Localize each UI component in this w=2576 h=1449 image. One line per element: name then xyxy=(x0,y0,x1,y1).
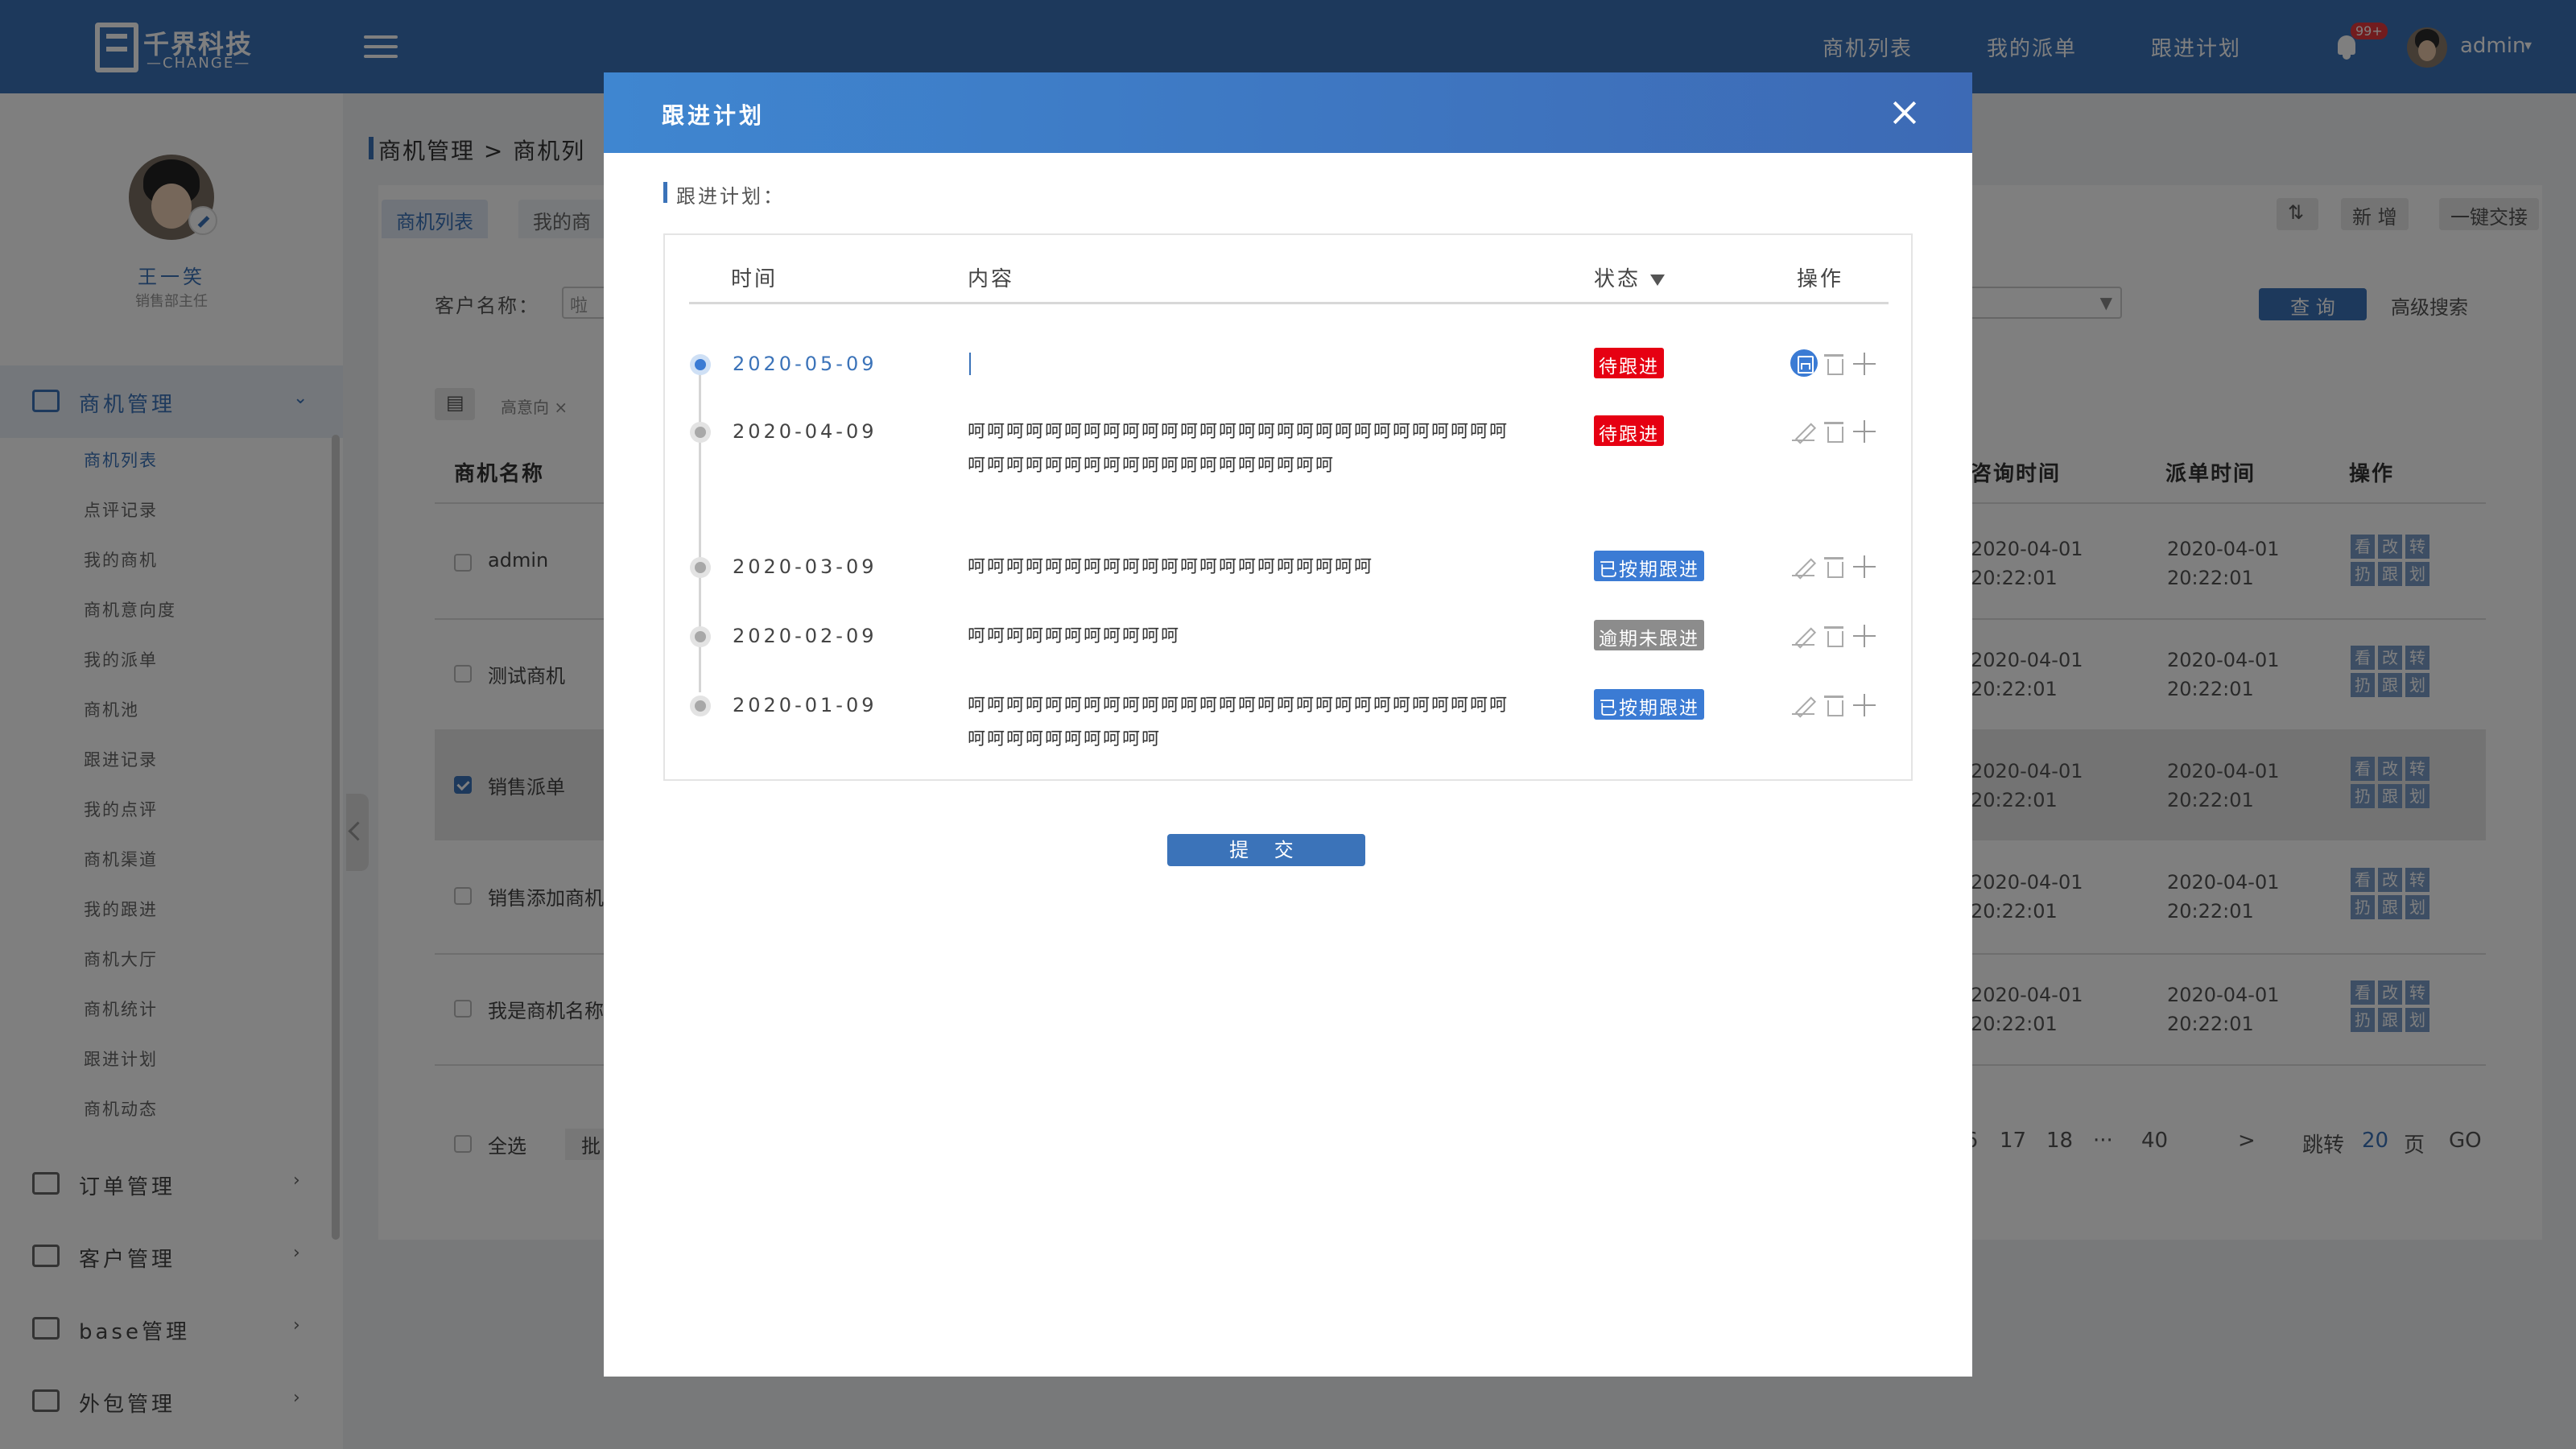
plan-date: 2020-03-09 xyxy=(733,555,877,578)
plus-icon[interactable] xyxy=(1853,555,1876,578)
sort-down-icon[interactable] xyxy=(1650,274,1666,286)
trash-icon[interactable] xyxy=(1824,625,1843,647)
plan-content: 呵呵呵呵呵呵呵呵呵呵呵 xyxy=(968,626,1181,646)
plan-content: 呵呵呵呵呵呵呵呵呵呵呵呵呵呵呵呵呵呵呵呵呵呵呵呵呵呵呵呵呵呵呵呵呵呵呵呵呵呵 xyxy=(968,696,1509,749)
status-badge: 逾期未跟进 xyxy=(1594,620,1704,650)
section-label: 跟进计划： xyxy=(663,180,785,208)
plan-date: 2020-01-09 xyxy=(733,694,877,716)
submit-button[interactable]: 提 交 xyxy=(1167,834,1365,866)
plus-icon[interactable] xyxy=(1853,420,1876,443)
status-badge: 待跟进 xyxy=(1594,415,1664,446)
plan-date: 2020-02-09 xyxy=(733,625,877,647)
col-ops: 操作 xyxy=(1797,267,1844,291)
timeline-dot xyxy=(690,354,711,375)
status-badge: 待跟进 xyxy=(1594,348,1664,378)
plan-date[interactable]: 2020-05-09 xyxy=(733,353,877,375)
edit-icon[interactable] xyxy=(1792,625,1814,647)
close-icon[interactable] xyxy=(1885,93,1924,132)
plus-icon[interactable] xyxy=(1853,625,1876,647)
plus-icon[interactable] xyxy=(1853,353,1876,375)
timeline-dot xyxy=(690,696,711,716)
col-status[interactable]: 状态 xyxy=(1594,262,1666,292)
status-badge: 已按期跟进 xyxy=(1594,551,1704,581)
timeline-dot xyxy=(690,626,711,647)
plus-icon[interactable] xyxy=(1853,694,1876,716)
col-status-label: 状态 xyxy=(1594,267,1641,291)
timeline-dot xyxy=(690,557,711,578)
edit-icon[interactable] xyxy=(1792,420,1814,443)
edit-icon[interactable] xyxy=(1792,555,1814,578)
plan-timeline-table: 时间 内容 状态 操作 2020-05-09 待跟进 2020-04-09 呵呵… xyxy=(663,233,1913,781)
plan-content: 呵呵呵呵呵呵呵呵呵呵呵呵呵呵呵呵呵呵呵呵呵呵呵呵呵呵呵呵呵呵呵呵呵呵呵呵呵呵呵呵… xyxy=(968,422,1509,476)
timeline-dot xyxy=(690,422,711,443)
follow-plan-modal: 跟进计划 跟进计划： 时间 内容 状态 操作 2020-05-09 待跟进 20… xyxy=(604,72,1972,1377)
plan-content: 呵呵呵呵呵呵呵呵呵呵呵呵呵呵呵呵呵呵呵呵呵 xyxy=(968,557,1374,577)
save-icon[interactable] xyxy=(1790,349,1818,377)
col-content: 内容 xyxy=(968,267,1015,291)
plan-date: 2020-04-09 xyxy=(733,420,877,443)
trash-icon[interactable] xyxy=(1824,353,1843,375)
status-badge: 已按期跟进 xyxy=(1594,689,1704,720)
trash-icon[interactable] xyxy=(1824,694,1843,716)
trash-icon[interactable] xyxy=(1824,420,1843,443)
modal-header: 跟进计划 xyxy=(604,72,1972,153)
plan-table-header: 时间 内容 状态 操作 xyxy=(689,235,1889,304)
content-input-cursor[interactable] xyxy=(969,353,971,375)
edit-icon[interactable] xyxy=(1792,694,1814,716)
col-time: 时间 xyxy=(731,267,778,291)
trash-icon[interactable] xyxy=(1824,555,1843,578)
modal-title: 跟进计划 xyxy=(662,102,766,129)
